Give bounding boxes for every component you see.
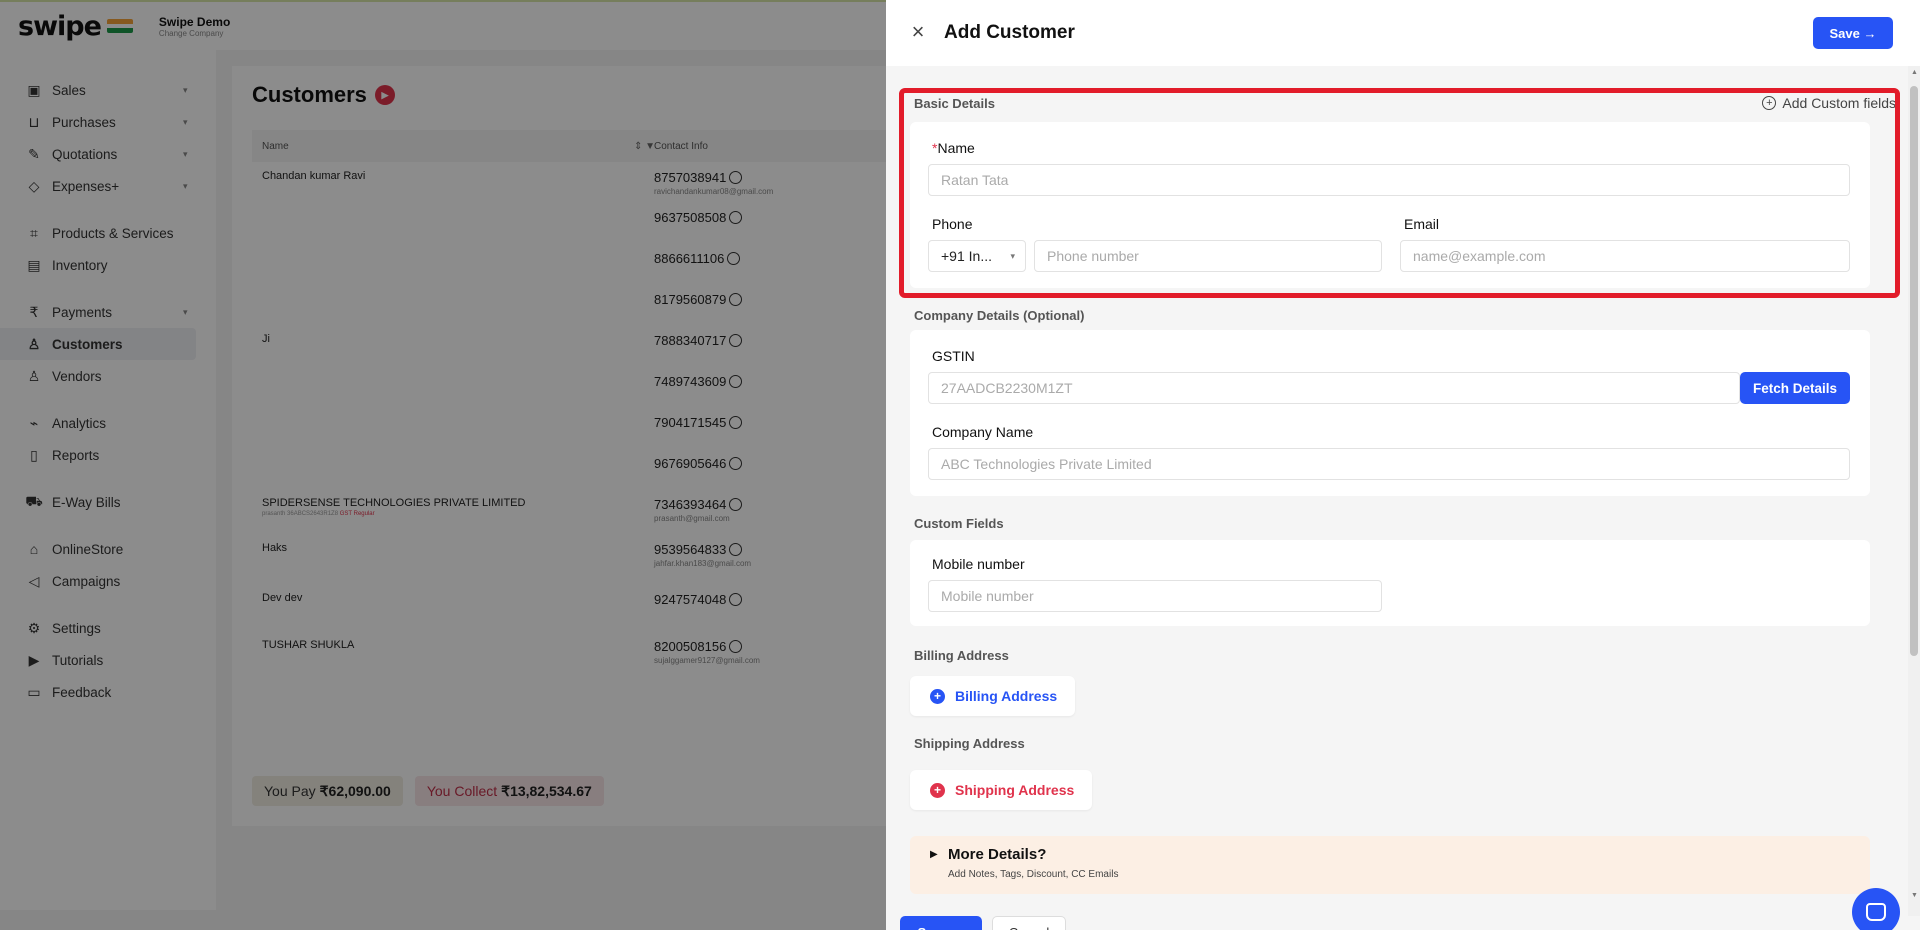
billing-address-heading: Billing Address [914, 648, 1009, 663]
close-icon[interactable]: × [908, 21, 928, 43]
plus-circle-icon: + [930, 688, 945, 704]
cancel-button[interactable]: Cancel [992, 916, 1066, 930]
fetch-details-button[interactable]: Fetch Details [1740, 372, 1850, 404]
more-details-collapsible[interactable]: ▶ More Details? Add Notes, Tags, Discoun… [910, 836, 1870, 894]
plus-circle-icon: + [930, 782, 945, 798]
company-details-heading: Company Details (Optional) [914, 308, 1085, 323]
shipping-address-heading: Shipping Address [914, 736, 1025, 751]
scrollbar-thumb[interactable] [1910, 86, 1918, 656]
gstin-label: GSTIN [932, 348, 975, 364]
company-name-input[interactable]: ABC Technologies Private Limited [928, 448, 1850, 480]
company-name-label: Company Name [932, 424, 1034, 440]
highlight-box [899, 88, 1900, 298]
custom-fields-heading: Custom Fields [914, 516, 1004, 531]
drawer-scrollbar[interactable]: ▲ ▼ [1908, 66, 1920, 916]
drawer-title: Add Customer [944, 22, 1075, 43]
support-chat-button[interactable] [1852, 888, 1900, 930]
company-details-card: GSTIN 27AADCB2230M1ZT Fetch Details Comp… [910, 330, 1870, 496]
mobile-number-input[interactable]: Mobile number [928, 580, 1382, 612]
gstin-input[interactable]: 27AADCB2230M1ZT [928, 372, 1740, 404]
drawer-footer: Save → Cancel [900, 916, 1066, 930]
caret-right-icon: ▶ [930, 849, 938, 860]
add-billing-address-button[interactable]: + Billing Address [910, 676, 1076, 716]
mobile-number-label: Mobile number [932, 556, 1025, 572]
chat-bubble-icon [1866, 903, 1886, 921]
save-button[interactable]: Save → [1813, 17, 1893, 49]
custom-fields-card: Mobile number Mobile number [910, 540, 1870, 626]
footer-save-button[interactable]: Save → [900, 916, 982, 930]
drawer-header: × Add Customer Save → [886, 0, 1920, 66]
scroll-down-icon[interactable]: ▼ [1911, 892, 1918, 899]
add-shipping-address-button[interactable]: + Shipping Address [910, 770, 1093, 810]
scroll-up-icon[interactable]: ▲ [1911, 69, 1918, 76]
more-details-title: More Details? [948, 846, 1047, 863]
more-details-subtitle: Add Notes, Tags, Discount, CC Emails [948, 869, 1119, 880]
